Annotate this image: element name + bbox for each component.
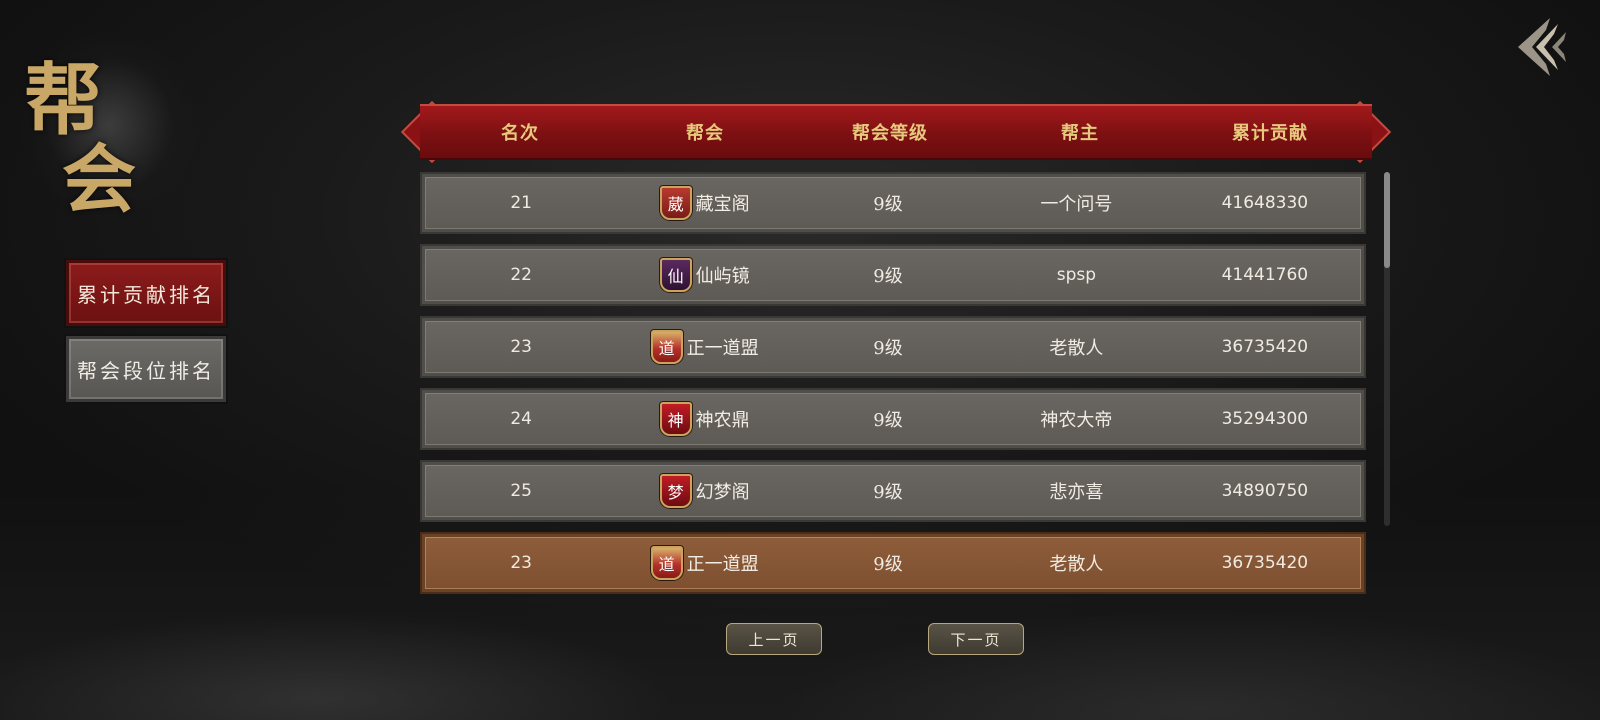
total-cell: 36735420 [1221, 553, 1309, 573]
rank-cell: 21 [510, 193, 532, 213]
table-row[interactable]: 25 梦 幻梦阁 9级 悲亦喜 34890750 [420, 460, 1366, 522]
tab-contribution-ranking[interactable]: 累计贡献排名 [64, 258, 228, 328]
guild-emblem-icon: 葳 [659, 186, 692, 220]
guild-name: 藏宝阁 [695, 194, 750, 215]
guild-name: 正一道盟 [686, 338, 759, 359]
table-row[interactable]: 24 神 神农鼎 9级 神农大帝 35294300 [420, 388, 1366, 450]
leader-cell: 老散人 [1049, 554, 1104, 575]
page-title: 帮 会 [12, 20, 202, 223]
level-cell: 9级 [873, 338, 903, 359]
rank-cell: 23 [510, 553, 532, 573]
table-row[interactable]: 23 道 正一道盟 9级 老散人 36735420 [420, 316, 1366, 378]
scrollbar-thumb[interactable] [1384, 172, 1390, 268]
side-tabs: 累计贡献排名 帮会段位排名 [64, 258, 228, 410]
my-guild-row[interactable]: 23 道 正一道盟 9级 老散人 36735420 [420, 532, 1366, 594]
guild-cell: 道 正一道盟 [620, 546, 789, 580]
guild-name: 正一道盟 [686, 554, 759, 575]
leader-cell: 老散人 [1049, 338, 1104, 359]
guild-emblem-icon: 道 [650, 546, 683, 580]
table-row[interactable]: 22 仙 仙屿镜 9级 spsp 41441760 [420, 244, 1366, 306]
title-char-2: 会 [62, 137, 136, 223]
leader-cell: 悲亦喜 [1049, 482, 1104, 503]
header-level: 帮会等级 [852, 123, 928, 144]
guild-cell: 神 神农鼎 [620, 402, 789, 436]
leader-cell: 神农大帝 [1040, 410, 1113, 431]
leader-cell: 一个问号 [1040, 194, 1113, 215]
rank-cell: 23 [510, 337, 532, 357]
leader-cell: spsp [1056, 265, 1097, 285]
total-cell: 41648330 [1221, 193, 1309, 213]
total-cell: 34890750 [1221, 481, 1309, 501]
guild-name: 仙屿镜 [695, 266, 750, 287]
guild-emblem-icon: 神 [659, 402, 692, 436]
level-cell: 9级 [873, 266, 903, 287]
back-arrow-icon [1518, 18, 1566, 76]
rank-cell: 22 [510, 265, 532, 285]
rank-cell: 24 [510, 409, 532, 429]
level-cell: 9级 [873, 194, 903, 215]
guild-name: 神农鼎 [695, 410, 750, 431]
total-cell: 41441760 [1221, 265, 1309, 285]
header-rank: 名次 [501, 123, 539, 144]
back-button[interactable] [1510, 14, 1576, 80]
guild-cell: 道 正一道盟 [620, 330, 789, 364]
guild-emblem-icon: 道 [650, 330, 683, 364]
level-cell: 9级 [873, 410, 903, 431]
prev-page-button[interactable]: 上一页 [726, 623, 822, 655]
guild-cell: 仙 仙屿镜 [620, 258, 789, 292]
level-cell: 9级 [873, 554, 903, 575]
table-row[interactable]: 21 葳 藏宝阁 9级 一个问号 41648330 [420, 172, 1366, 234]
header-guild: 帮会 [686, 123, 724, 144]
table-header: 名次 帮会 帮会等级 帮主 累计贡献 [400, 100, 1392, 164]
guild-emblem-icon: 仙 [659, 258, 692, 292]
guild-emblem-icon: 梦 [659, 474, 692, 508]
header-total: 累计贡献 [1232, 123, 1308, 144]
total-cell: 36735420 [1221, 337, 1309, 357]
header-leader: 帮主 [1061, 123, 1099, 144]
guild-cell: 梦 幻梦阁 [620, 474, 789, 508]
guild-cell: 葳 藏宝阁 [620, 186, 789, 220]
level-cell: 9级 [873, 482, 903, 503]
tab-tier-ranking[interactable]: 帮会段位排名 [64, 334, 228, 404]
guild-name: 幻梦阁 [695, 482, 750, 503]
ranking-list: 21 葳 藏宝阁 9级 一个问号 41648330 22 仙 仙屿镜 9级 sp… [420, 172, 1366, 604]
rank-cell: 25 [510, 481, 532, 501]
scrollbar[interactable] [1384, 172, 1390, 526]
next-page-button[interactable]: 下一页 [928, 623, 1024, 655]
total-cell: 35294300 [1221, 409, 1309, 429]
